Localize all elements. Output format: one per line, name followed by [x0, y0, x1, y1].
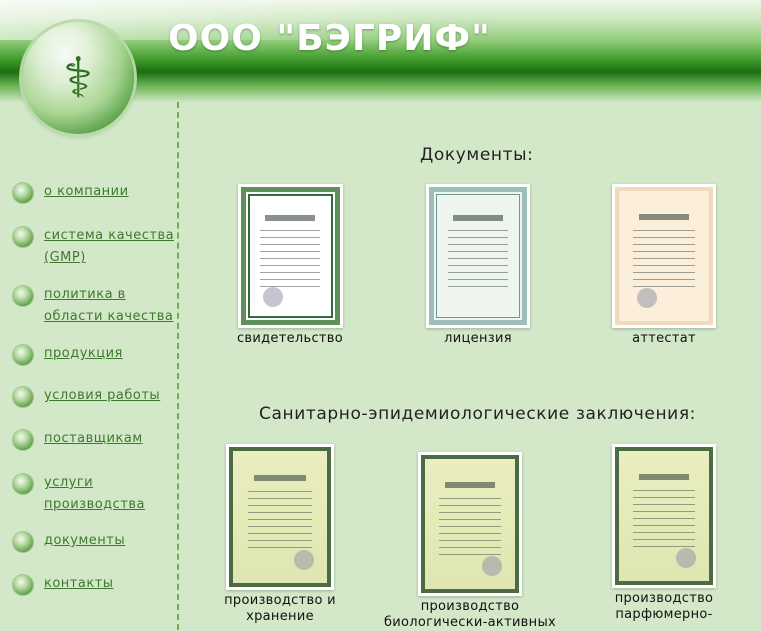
sidebar-divider	[177, 102, 179, 630]
nav-item-suppliers[interactable]: поставщикам	[13, 428, 143, 450]
nav-item-contacts[interactable]: контакты	[13, 573, 114, 595]
nav-item-label: контакты	[44, 576, 114, 591]
green-bullet-icon	[13, 387, 33, 407]
green-bullet-icon	[13, 532, 33, 552]
nav-item-quality-system[interactable]: система качества (GMP)	[13, 225, 174, 269]
nav-item-label: документы	[44, 533, 126, 548]
nav-item-about[interactable]: о компании	[13, 181, 129, 203]
nav-item-manufacturing[interactable]: услуги производства	[13, 472, 145, 516]
certificate-thumbnail[interactable]	[237, 184, 343, 328]
license-thumbnail[interactable]	[426, 184, 530, 328]
doc-caption: аттестат	[632, 331, 696, 346]
nav-item-label: политика в области качества	[44, 287, 174, 324]
conclusion-perfumery[interactable]: производство парфюмерно-	[604, 444, 724, 623]
nav-item-quality-policy[interactable]: политика в области качества	[13, 284, 173, 328]
conclusions-heading: Санитарно-эпидемиологические заключения:	[259, 404, 696, 424]
green-bullet-icon	[13, 286, 33, 306]
doc-caption: свидетельство	[236, 331, 344, 346]
nav-item-label: система качества (GMP)	[44, 228, 175, 265]
green-bullet-icon	[13, 345, 33, 365]
green-bullet-icon	[13, 474, 33, 494]
conclusion-thumbnail[interactable]	[226, 444, 334, 590]
green-bullet-icon	[13, 575, 33, 595]
doc-caption: производство парфюмерно-	[614, 591, 714, 622]
doc-attestation[interactable]: аттестат	[604, 184, 724, 347]
nav-item-label: условия работы	[44, 388, 161, 403]
green-bullet-icon	[13, 183, 33, 203]
nav-item-label: продукция	[44, 346, 123, 361]
conclusion-production-storage[interactable]: производство и хранение	[213, 444, 347, 625]
doc-license[interactable]: лицензия	[418, 184, 538, 347]
doc-caption: производство биологически-активных	[383, 599, 557, 630]
conclusion-bioactive[interactable]: производство биологически-активных	[382, 452, 558, 631]
attestation-thumbnail[interactable]	[612, 184, 716, 328]
doc-caption: лицензия	[444, 331, 512, 346]
conclusion-thumbnail[interactable]	[612, 444, 716, 588]
green-bullet-icon	[13, 227, 33, 247]
nav-item-terms[interactable]: условия работы	[13, 385, 160, 407]
nav-item-label: поставщикам	[44, 431, 143, 446]
documents-heading: Документы:	[420, 145, 534, 165]
nav-item-label: о компании	[44, 184, 129, 199]
conclusion-thumbnail[interactable]	[418, 452, 522, 596]
nav-item-label: услуги производства	[44, 475, 146, 512]
green-bullet-icon	[13, 430, 33, 450]
site-title: ООО "БЭГРИФ"	[168, 18, 491, 59]
doc-certificate[interactable]: свидетельство	[230, 184, 350, 347]
doc-caption: производство и хранение	[224, 593, 336, 624]
caduceus-logo-icon: ⚕	[22, 22, 134, 134]
nav-item-products[interactable]: продукция	[13, 343, 123, 365]
nav-item-documents[interactable]: документы	[13, 530, 125, 552]
